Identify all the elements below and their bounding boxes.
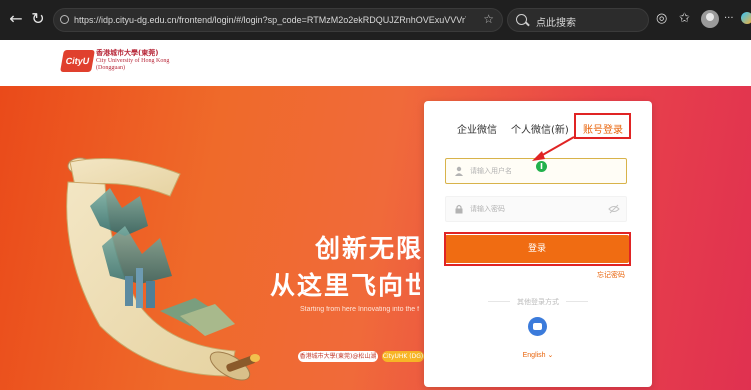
cityu-logo-badge[interactable]: CityU [60,50,95,72]
address-bar[interactable]: https://idp.cityu-dg.edu.cn/frontend/log… [53,8,503,32]
refresh-icon[interactable]: ↻ [28,9,48,29]
password-field[interactable]: 请输入密码 [445,196,627,222]
forgot-password-link[interactable]: 忘记密码 [597,270,625,280]
campus-tag-dongguan: 香港城市大學(東莞)@松山湖 [298,351,378,362]
login-card: 企业微信 个人微信(新) 账号登录 请输入用户名 I 请输入密码 登录 忘记密码… [424,101,652,387]
browser-toolbar: ← ↻ https://idp.cityu-dg.edu.cn/frontend… [0,0,751,40]
hero-subtitle: Starting from here Innovating into the f [300,306,420,313]
scroll-illustration [66,157,260,381]
logo-campus-name: (Dongguan) [96,65,125,71]
favorites-icon[interactable]: ✩ [679,10,690,28]
site-header: CityU 香港城市大學(東莞) City University of Hong… [0,40,751,86]
url-text[interactable]: https://idp.cityu-dg.edu.cn/frontend/log… [74,13,466,27]
login-button-highlight-box [444,232,631,266]
search-icon [516,14,527,25]
password-placeholder: 请输入密码 [470,205,505,213]
back-icon[interactable]: ← [6,9,26,29]
campus-tag-cityuhk: CityUHK (DG) [382,351,424,362]
tab-enterprise-wechat[interactable]: 企业微信 [457,121,497,136]
web-page: CityU 香港城市大學(東莞) City University of Hong… [0,40,751,390]
logo-chinese-name: 香港城市大學(東莞) [96,49,159,57]
hero-title-line2: 从这里飞向世 [270,271,420,300]
eye-off-icon[interactable] [608,204,620,214]
profile-avatar[interactable] [701,10,719,28]
text-cursor-icon: I [536,161,547,172]
password-lock-icon [455,204,463,214]
tab-personal-wechat[interactable]: 个人微信(新) [511,121,569,136]
copilot-icon[interactable]: ◎ [656,10,667,28]
lock-icon[interactable] [60,15,69,24]
account-tab-highlight-box [574,113,631,139]
hero-title-line1: 创新无限 [315,234,424,263]
search-placeholder[interactable]: 点此搜索 [536,14,576,29]
favorite-icon[interactable]: ☆ [483,12,494,26]
user-icon [455,166,463,176]
more-menu-icon[interactable]: ··· [724,10,734,28]
language-switch[interactable]: English ⌄ [424,351,652,359]
other-login-methods-label: 其他登录方式 [424,297,652,307]
username-field[interactable]: 请输入用户名 I [445,158,627,184]
browser-search-box[interactable]: 点此搜索 [507,8,649,32]
logo-english-name: City University of Hong Kong [96,58,170,64]
alt-login-icon[interactable] [528,317,547,336]
username-placeholder: 请输入用户名 [470,167,512,175]
edge-copilot-icon[interactable] [741,12,751,24]
